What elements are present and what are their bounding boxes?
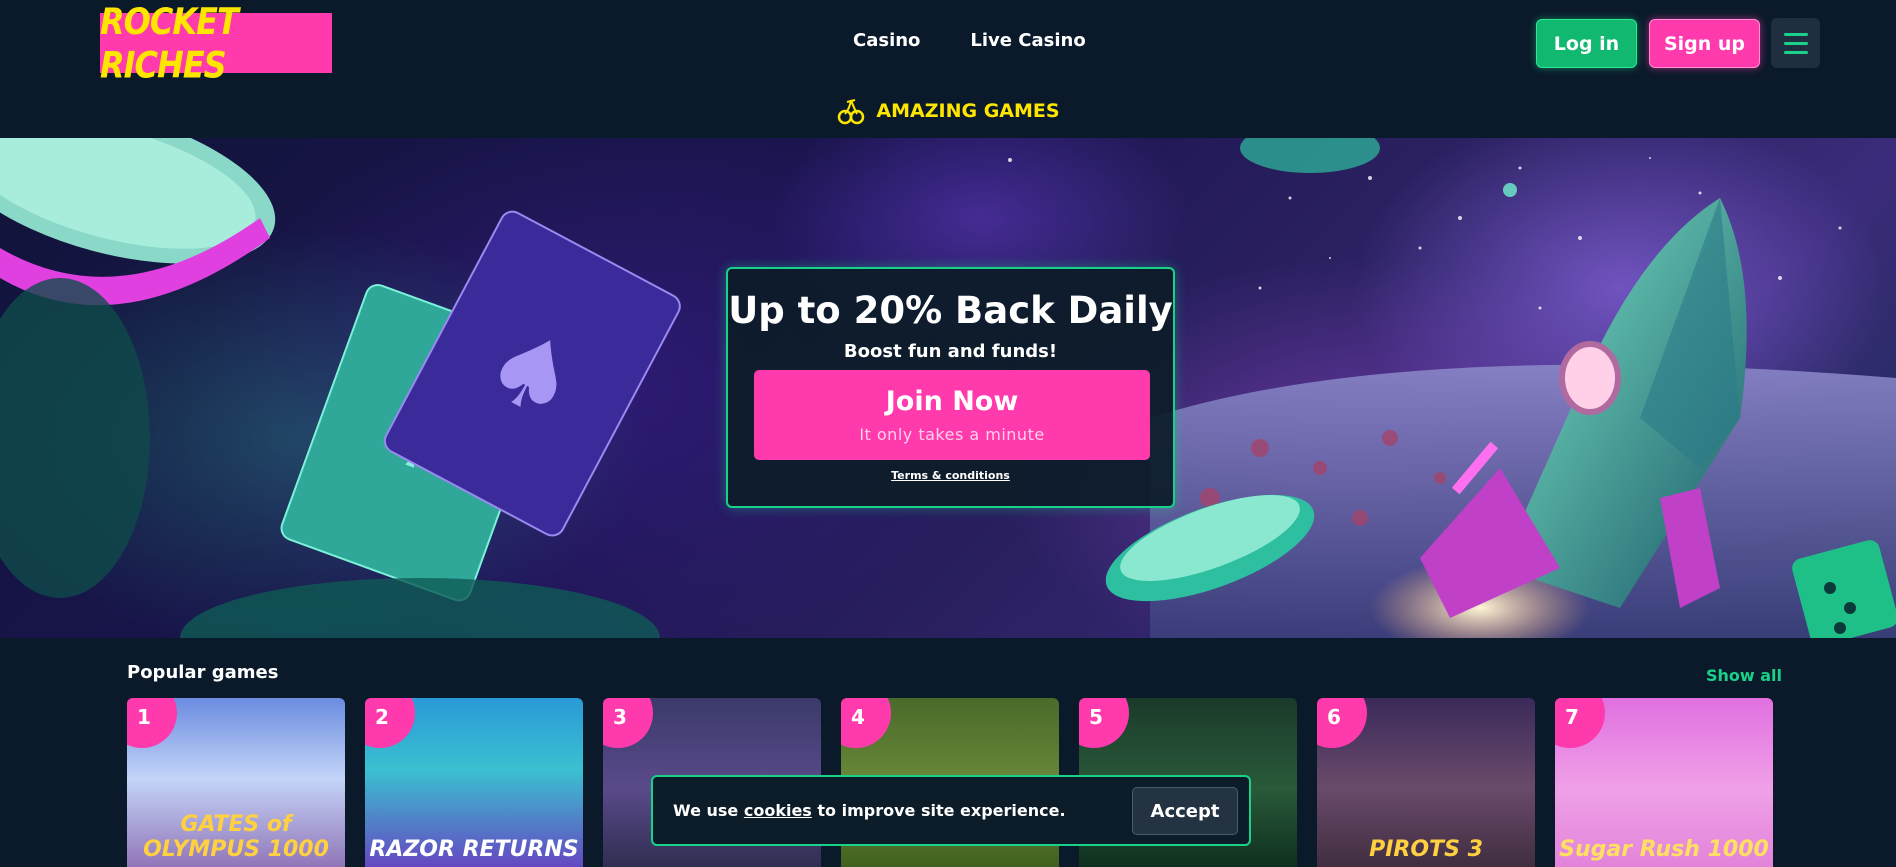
cherry-icon bbox=[838, 99, 865, 125]
rank-badge: 4 bbox=[841, 698, 891, 748]
main-nav: Casino Live Casino bbox=[853, 30, 1086, 51]
nav-item-live-casino[interactable]: Live Casino bbox=[970, 30, 1085, 51]
game-tile[interactable]: RAZOR RETURNS 2 bbox=[365, 698, 583, 867]
game-tile[interactable]: Sugar Rush 1000 7 bbox=[1555, 698, 1773, 867]
category-strip[interactable]: AMAZING GAMES bbox=[0, 84, 1896, 138]
logo-text: ROCKET RICHES bbox=[100, 0, 239, 87]
game-title: RAZOR RETURNS bbox=[369, 837, 579, 862]
game-title: GATES of OLYMPUS 1000 bbox=[143, 812, 329, 862]
brand-logo[interactable]: ROCKET RICHES bbox=[100, 0, 332, 87]
cookie-banner: We use cookies to improve site experienc… bbox=[651, 775, 1251, 846]
cookie-message: We use cookies to improve site experienc… bbox=[673, 801, 1066, 820]
rank-badge: 1 bbox=[127, 698, 177, 748]
popular-games-heading: Popular games bbox=[127, 662, 279, 683]
rank-badge: 5 bbox=[1079, 698, 1129, 748]
site-header: ROCKET RICHES Casino Live Casino Log in … bbox=[0, 0, 1896, 87]
cookies-link[interactable]: cookies bbox=[744, 801, 812, 820]
rank-badge: 3 bbox=[603, 698, 653, 748]
rank-badge: 7 bbox=[1555, 698, 1605, 748]
accept-cookies-button[interactable]: Accept bbox=[1132, 787, 1238, 835]
game-title: Sugar Rush 1000 bbox=[1559, 837, 1769, 862]
join-now-sublabel: It only takes a minute bbox=[859, 425, 1045, 444]
game-tile[interactable]: PIROTS 3 6 bbox=[1317, 698, 1535, 867]
game-title: PIROTS 3 bbox=[1369, 837, 1483, 862]
category-label: AMAZING GAMES bbox=[876, 100, 1060, 122]
join-now-button[interactable]: Join Now It only takes a minute bbox=[754, 370, 1150, 460]
hamburger-icon[interactable] bbox=[1771, 18, 1820, 68]
show-all-link[interactable]: Show all bbox=[1706, 666, 1782, 685]
signup-button[interactable]: Sign up bbox=[1649, 19, 1760, 68]
game-tile[interactable]: GATES of OLYMPUS 1000 1 bbox=[127, 698, 345, 867]
promo-subtitle: Boost fun and funds! bbox=[843, 341, 1058, 362]
login-button[interactable]: Log in bbox=[1536, 19, 1637, 68]
promo-card: Up to 20% Back Daily Boost fun and funds… bbox=[726, 267, 1175, 508]
join-now-label: Join Now bbox=[885, 386, 1019, 417]
promo-title: Up to 20% Back Daily bbox=[728, 289, 1173, 332]
nav-item-casino[interactable]: Casino bbox=[853, 30, 920, 51]
terms-link[interactable]: Terms & conditions bbox=[728, 469, 1173, 482]
rank-badge: 2 bbox=[365, 698, 415, 748]
rank-badge: 6 bbox=[1317, 698, 1367, 748]
